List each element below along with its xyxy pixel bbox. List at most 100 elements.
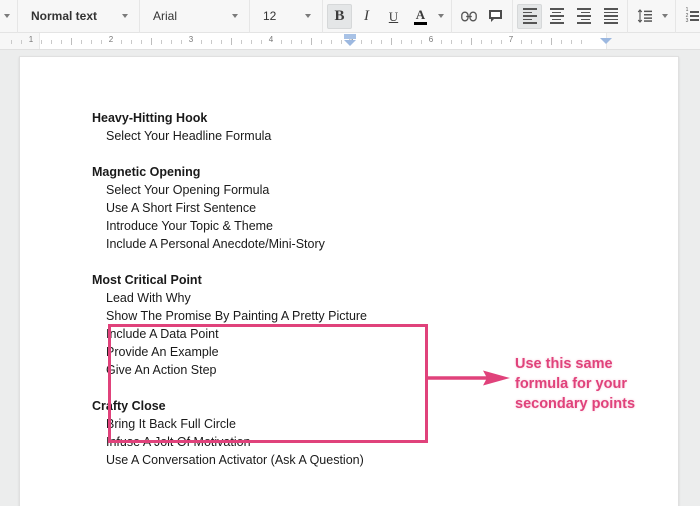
ruler-tick — [241, 40, 242, 44]
list-item: Select Your Headline Formula — [106, 127, 422, 145]
ruler-tick — [461, 40, 462, 44]
ruler-label-1: 1 — [29, 35, 33, 44]
ruler-tick — [481, 40, 482, 44]
line-spacing-chevron-icon[interactable] — [662, 14, 668, 18]
ruler-tick — [261, 40, 262, 44]
ruler-tick — [401, 40, 402, 44]
ruler-tick — [281, 40, 282, 44]
ruler-tick — [81, 40, 82, 44]
list-item: Include A Personal Anecdote/Mini-Story — [106, 235, 422, 253]
chevron-down-icon — [232, 14, 238, 18]
bold-icon: B — [334, 9, 344, 24]
ruler-tick — [131, 40, 132, 44]
text-color-icon: A — [414, 8, 427, 25]
ruler-tick — [581, 40, 582, 44]
align-right-button[interactable] — [571, 4, 596, 29]
font-family-select[interactable]: Arial — [143, 4, 246, 29]
ruler-tick — [391, 38, 392, 45]
text-color-chevron-icon[interactable] — [438, 14, 444, 18]
ruler-tick — [51, 40, 52, 44]
insert-link-button[interactable] — [456, 4, 481, 29]
ruler-tick — [571, 40, 572, 44]
ruler-tick — [331, 40, 332, 44]
font-size-select[interactable]: 12 — [253, 4, 319, 29]
underline-icon: U — [389, 10, 398, 23]
list-item: Introduce Your Topic & Theme — [106, 217, 422, 235]
ruler-tick — [371, 40, 372, 44]
align-justify-icon — [604, 8, 618, 24]
ruler-label-6: 6 — [429, 35, 433, 44]
line-spacing-group — [628, 0, 676, 33]
list-item: Show The Promise By Painting A Pretty Pi… — [106, 307, 422, 325]
align-left-button[interactable] — [517, 4, 542, 29]
ruler-tick — [561, 40, 562, 44]
ruler-tick — [451, 40, 452, 44]
ruler-tick — [201, 40, 202, 44]
font-size-value: 12 — [263, 9, 276, 23]
document-page[interactable]: Heavy-Hitting HookSelect Your Headline F… — [19, 56, 679, 506]
right-indent-marker[interactable] — [600, 38, 612, 44]
callout-line-2: formula for your — [515, 374, 675, 394]
highlight-rectangle — [108, 324, 428, 443]
horizontal-ruler[interactable]: 1234567 — [0, 33, 700, 50]
ruler-tick — [181, 40, 182, 44]
ruler-tick — [291, 40, 292, 44]
ruler-tick — [71, 38, 72, 45]
document-canvas[interactable]: Heavy-Hitting HookSelect Your Headline F… — [0, 51, 700, 506]
ruler-tick — [341, 40, 342, 44]
font-family-value: Arial — [153, 9, 177, 23]
chevron-down-icon — [305, 14, 311, 18]
numbered-list-icon: 123 — [686, 9, 700, 23]
list-item: Lead With Why — [106, 289, 422, 307]
ruler-tick — [361, 40, 362, 44]
insert-group — [452, 0, 513, 33]
numbered-list-button[interactable]: 123 — [680, 4, 700, 29]
ruler-tick — [471, 38, 472, 45]
paragraph-spacer — [92, 145, 422, 163]
section-heading: Heavy-Hitting Hook — [92, 109, 422, 127]
ruler-tick — [171, 40, 172, 44]
align-justify-button[interactable] — [598, 4, 623, 29]
ruler-tick — [121, 40, 122, 44]
ruler-tick — [311, 38, 312, 45]
font-size-group: 12 — [250, 0, 323, 33]
comment-icon — [488, 9, 503, 23]
ruler-tick — [11, 40, 12, 44]
right-indent-triangle-icon — [600, 38, 612, 44]
link-icon — [461, 11, 477, 22]
text-color-button[interactable]: A — [408, 4, 433, 29]
ruler-tick — [421, 40, 422, 44]
alignment-group — [513, 0, 628, 33]
ruler-tick — [151, 38, 152, 45]
left-indent-marker[interactable] — [344, 34, 356, 46]
ruler-tick — [441, 40, 442, 44]
align-center-button[interactable] — [544, 4, 569, 29]
align-left-icon — [523, 8, 537, 24]
bold-button[interactable]: B — [327, 4, 352, 29]
right-arrow-icon — [425, 369, 510, 387]
add-comment-button[interactable] — [483, 4, 508, 29]
ruler-label-4: 4 — [269, 35, 273, 44]
ruler-tick — [521, 40, 522, 44]
left-indent-triangle-icon — [344, 40, 356, 46]
list-item: Use A Short First Sentence — [106, 199, 422, 217]
underline-button[interactable]: U — [381, 4, 406, 29]
ruler-tick — [301, 40, 302, 44]
ruler-tick — [41, 40, 42, 44]
ruler-tick — [141, 40, 142, 44]
ruler-tick — [381, 40, 382, 44]
caret-down-icon[interactable] — [4, 14, 10, 18]
paragraph-style-select[interactable]: Normal text — [21, 4, 136, 29]
ruler-tick — [21, 40, 22, 44]
section-heading: Magnetic Opening — [92, 163, 422, 181]
align-center-icon — [550, 8, 564, 24]
list-group: 123 — [676, 0, 700, 33]
line-spacing-button[interactable] — [632, 4, 657, 29]
callout-line-3: secondary points — [515, 394, 675, 414]
ruler-tick — [161, 40, 162, 44]
ruler-tick — [321, 40, 322, 44]
formatting-toolbar: Normal text Arial 12 B I U A — [0, 0, 700, 33]
italic-button[interactable]: I — [354, 4, 379, 29]
ruler-label-7: 7 — [509, 35, 513, 44]
callout-line-1: Use this same — [515, 354, 675, 374]
